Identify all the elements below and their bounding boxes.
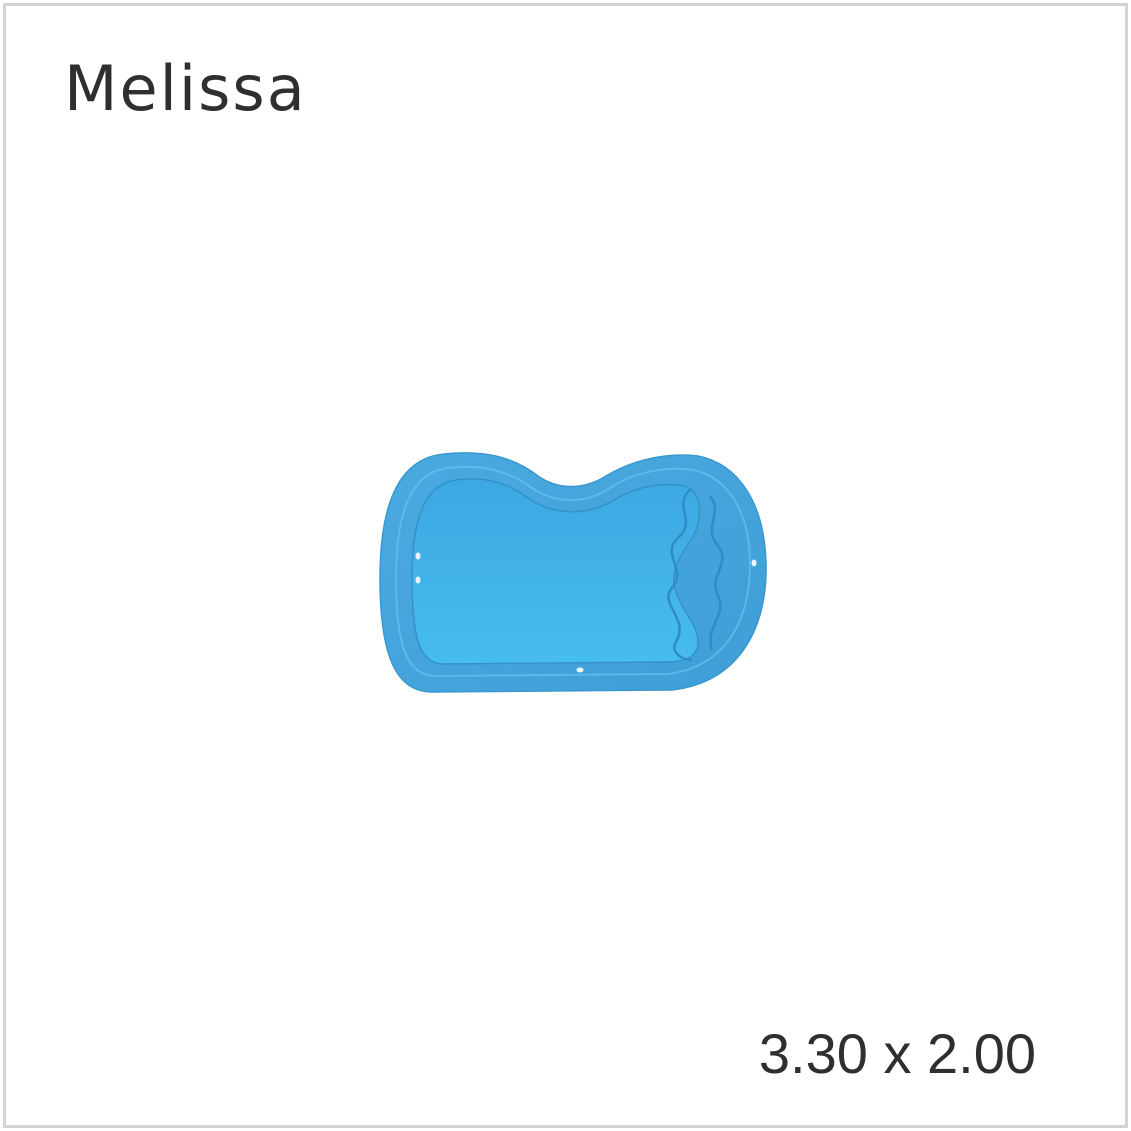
product-card: Melissa 3.30 x 2.00 — [3, 3, 1128, 1128]
pool-dimensions: 3.30 x 2.00 — [758, 1022, 1036, 1085]
pool-fitting — [415, 552, 421, 560]
pool-fitting — [751, 559, 757, 567]
pool-fitting — [415, 576, 421, 584]
pool-fitting — [576, 667, 584, 673]
kidney-pool-icon — [379, 452, 767, 693]
product-title: Melissa — [64, 52, 307, 125]
